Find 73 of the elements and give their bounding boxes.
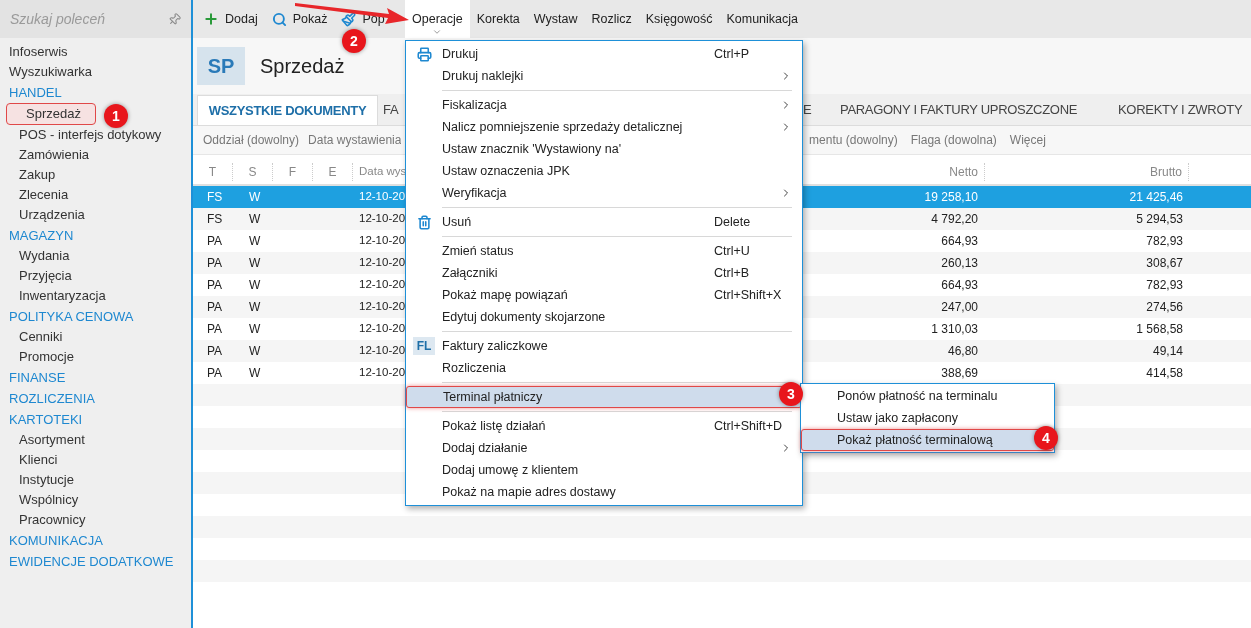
- table-cell-text: W: [248, 365, 262, 382]
- menu-item-label: Pokaż na mapie adres dostawy: [442, 483, 617, 501]
- table-cell-text: W: [248, 277, 262, 294]
- table-cell-text: 1 310,03: [931, 321, 978, 338]
- shortcut-label: Ctrl+P: [714, 45, 750, 63]
- menu-item-label: Dodaj działanie: [442, 439, 529, 457]
- table-cell-text: 1 568,58: [1136, 321, 1183, 338]
- table-cell-text: W: [248, 233, 262, 250]
- table-cell-text: PA: [206, 365, 224, 382]
- table-cell-text: 247,00: [941, 299, 978, 316]
- module-badge: SP: [197, 47, 245, 85]
- table-cell-text: 49,14: [1152, 343, 1183, 360]
- menu-item-label: Edytuj dokumenty skojarzone: [442, 308, 607, 326]
- table-cell-text: W: [248, 255, 262, 272]
- table-cell-text: W: [248, 189, 262, 206]
- menu-item-label: Rozliczenia: [442, 359, 507, 377]
- table-cell-text: 12-10-20: [358, 365, 405, 381]
- menu-item-label: Pokaż mapę powiązań: [442, 286, 569, 304]
- table-cell-text: 12-10-20: [358, 189, 405, 205]
- table-cell-text: PA: [206, 233, 224, 250]
- table-cell-text: PA: [206, 343, 224, 360]
- table-cell-text: 388,69: [941, 365, 978, 382]
- table-cell-text: PA: [206, 277, 224, 294]
- menu-item-label: Dodaj umowę z klientem: [442, 461, 580, 479]
- table-cell-text: PA: [206, 255, 224, 272]
- table-cell-text: PA: [206, 321, 224, 338]
- menu-item-label: Faktury zaliczkowe: [442, 337, 549, 355]
- shortcut-label: Ctrl+U: [714, 242, 750, 260]
- menu-item-label: Pokaż listę działań: [442, 417, 547, 435]
- table-cell-text: FS: [206, 189, 224, 206]
- table-cell-text: 5 294,53: [1136, 211, 1183, 228]
- table-cell-text: 274,56: [1146, 299, 1183, 316]
- table-cell-text: 19 258,10: [924, 189, 978, 206]
- menu-item-label: Usuń: [442, 213, 473, 231]
- menu-item-label: Nalicz pomniejszenie sprzedaży detalicznej: [442, 118, 684, 136]
- menu-item-label: Drukuj: [442, 45, 480, 63]
- menu-item-label: Terminal płatniczy: [443, 388, 544, 406]
- fl-icon: FL: [412, 337, 436, 355]
- table-cell-text: 12-10-20: [358, 233, 405, 249]
- table-cell-text: 664,93: [941, 233, 978, 250]
- table-cell-text: 664,93: [941, 277, 978, 294]
- menu-item-label: Zmień status: [442, 242, 515, 260]
- table-cell-text: 308,67: [1146, 255, 1183, 272]
- table-cell-text: 21 425,46: [1129, 189, 1183, 206]
- table-cell-text: 260,13: [941, 255, 978, 272]
- table-cell-text: 414,58: [1146, 365, 1183, 382]
- table-cell-text: W: [248, 343, 262, 360]
- table-cell-text: W: [248, 211, 262, 228]
- table-cell-text: 12-10-20: [358, 255, 405, 271]
- shortcut-label: Ctrl+Shift+D: [714, 417, 783, 435]
- table-cell-text: FS: [206, 211, 224, 228]
- menu-item-label: Weryfikacja: [442, 184, 508, 202]
- table-cell-text: 12-10-20: [358, 321, 405, 337]
- shortcut-label: Delete: [714, 213, 751, 231]
- table-cell-text: 4 792,20: [931, 211, 978, 228]
- menu-item-label: Ustaw znacznik 'Wystawiony na': [442, 140, 623, 158]
- table-cell-text: W: [248, 321, 262, 338]
- table-cell-text: 12-10-20: [358, 343, 405, 359]
- table-cell-text: 12-10-20: [358, 211, 405, 227]
- shortcut-label: Ctrl+B: [714, 264, 750, 282]
- menu-item-label: Załączniki: [442, 264, 499, 282]
- table-cell-text: 12-10-20: [358, 299, 405, 315]
- page-title: Sprzedaż: [260, 54, 345, 79]
- shortcut-label: Ctrl+Shift+X: [714, 286, 782, 304]
- table-cell-text: PA: [206, 299, 224, 316]
- menu-item-label: Ustaw oznaczenia JPK: [442, 162, 571, 180]
- table-cell-text: 782,93: [1146, 277, 1183, 294]
- menu-item-label: Fiskalizacja: [442, 96, 508, 114]
- table-cell-text: 782,93: [1146, 233, 1183, 250]
- table-cell-text: 46,80: [947, 343, 978, 360]
- table-cell-text: 12-10-20: [358, 277, 405, 293]
- menu-item-label: Drukuj naklejki: [442, 67, 525, 85]
- table-cell-text: W: [248, 299, 262, 316]
